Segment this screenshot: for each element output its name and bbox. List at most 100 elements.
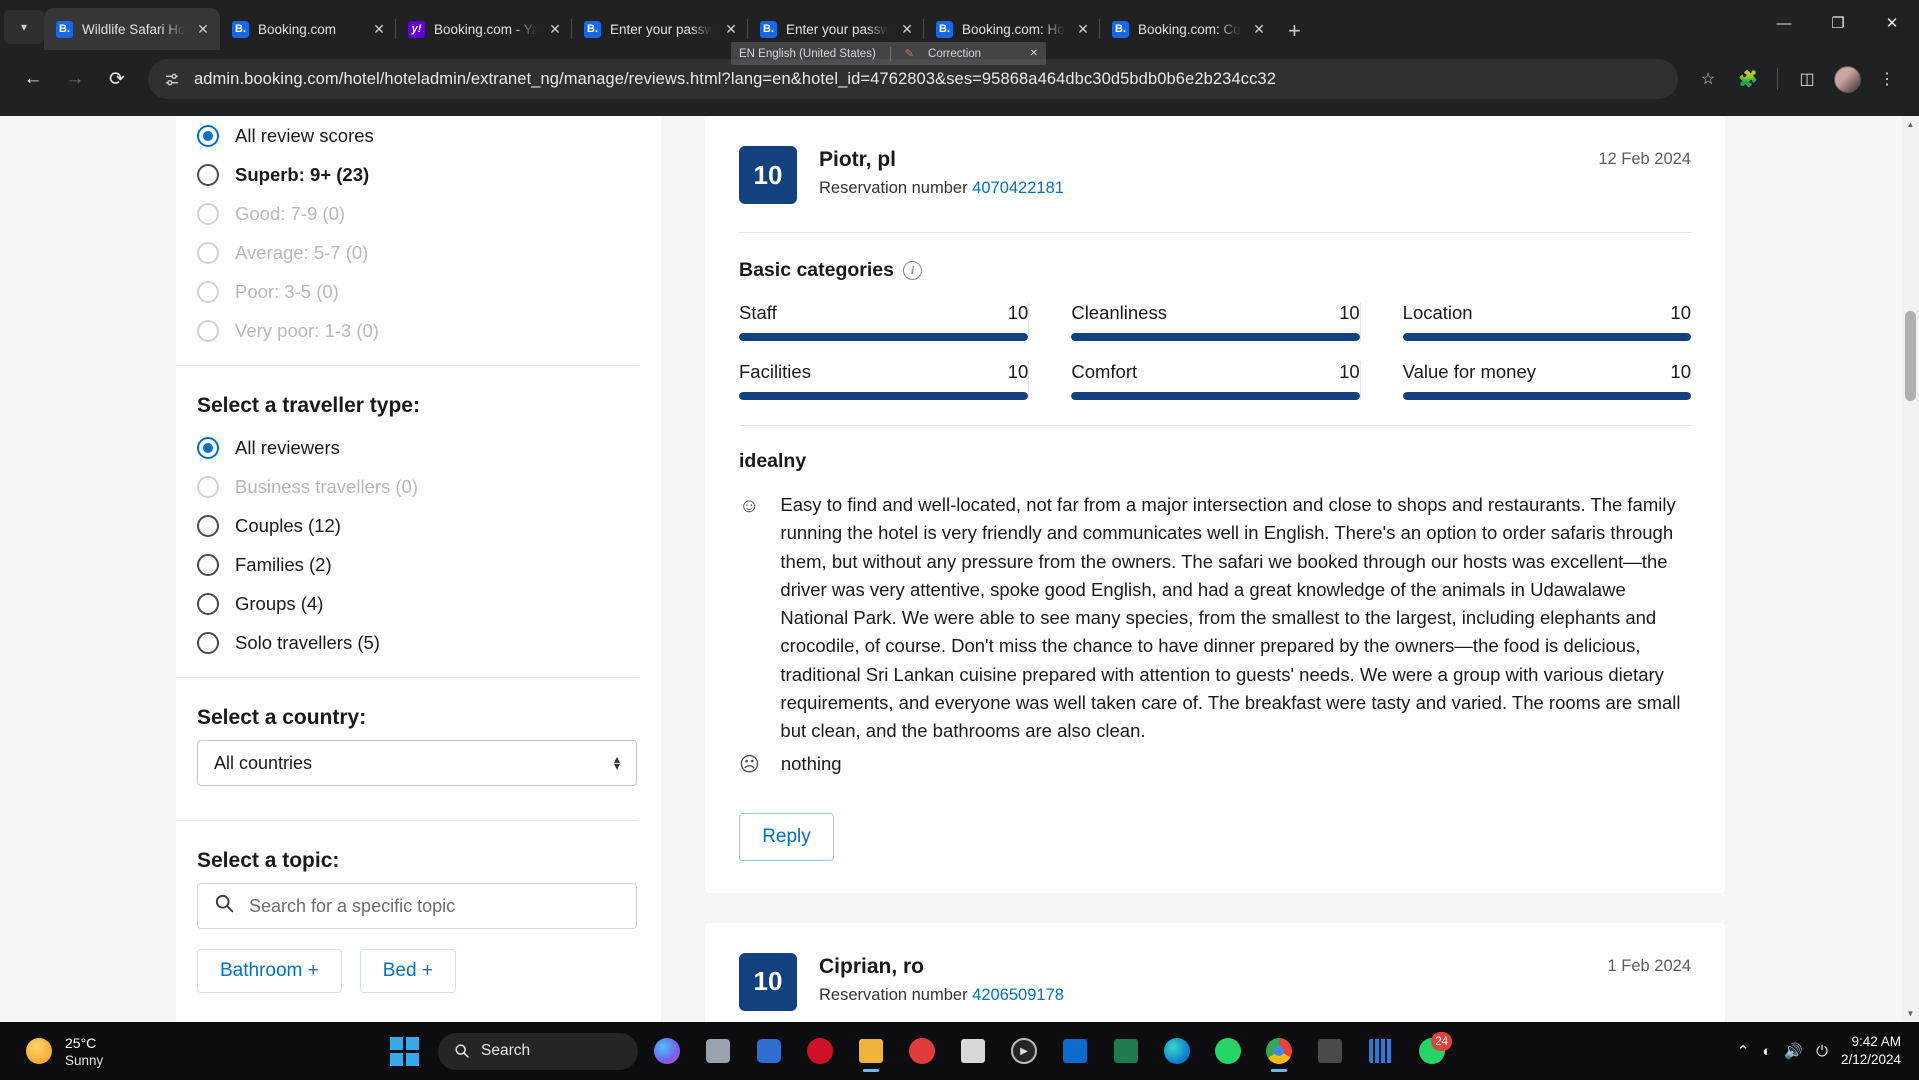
address-bar[interactable]: admin.booking.com/hotel/hoteladmin/extra…	[148, 59, 1678, 99]
excel-icon[interactable]	[1104, 1029, 1148, 1073]
bookmark-star-icon[interactable]: ☆	[1690, 61, 1726, 97]
topic-chip-bathroom[interactable]: Bathroom +	[197, 949, 342, 993]
filter-all-review-scores[interactable]: All review scores	[197, 116, 621, 155]
reply-button[interactable]: Reply	[739, 812, 834, 861]
side-panel-icon[interactable]: ◫	[1789, 61, 1825, 97]
clock-date: 2/12/2024	[1840, 1052, 1901, 1067]
volume-icon[interactable]: 🔊	[1784, 1042, 1803, 1060]
browser-menu-icon[interactable]: ⋮	[1869, 61, 1905, 97]
grid-app-icon[interactable]	[1359, 1029, 1403, 1073]
start-button-icon[interactable]	[390, 1036, 419, 1066]
correction-label[interactable]: Correction	[928, 48, 981, 60]
filter-families[interactable]: Families (2)	[197, 545, 621, 584]
filter-couples[interactable]: Couples (12)	[197, 506, 621, 545]
extensions-icon[interactable]: 🧩	[1730, 61, 1766, 97]
taskbar-search[interactable]: Search	[438, 1032, 638, 1070]
chrome-icon[interactable]	[1257, 1029, 1301, 1073]
page-scrollbar[interactable]: ▲ ▼	[1902, 116, 1919, 1022]
scroll-up-icon[interactable]: ▲	[1902, 116, 1919, 133]
category-label: Staff	[739, 302, 777, 323]
new-tab-button[interactable]: +	[1288, 20, 1301, 42]
taskbar-weather-widget[interactable]: 25°C Sunny	[0, 1034, 390, 1068]
radio-icon[interactable]	[197, 124, 219, 147]
battery-icon[interactable]: ⏻	[1816, 1043, 1828, 1060]
topic-search-field[interactable]: Search for a specific topic	[197, 883, 637, 929]
opera-gx-icon[interactable]	[900, 1029, 944, 1073]
category-label: Value for money	[1402, 361, 1536, 382]
radio-icon[interactable]	[197, 436, 219, 459]
category-value-for-money: Value for money 10	[1359, 361, 1691, 400]
category-label: Location	[1402, 302, 1473, 323]
calculator-icon[interactable]	[1308, 1029, 1352, 1073]
profile-avatar[interactable]	[1829, 61, 1865, 97]
tab-close-icon[interactable]: ✕	[194, 21, 212, 38]
filter-very-poor: Very poor: 1-3 (0)	[197, 311, 621, 350]
close-window-icon[interactable]: ✕	[1865, 0, 1919, 46]
opera-icon[interactable]	[798, 1029, 842, 1073]
filter-label: Very poor: 1-3 (0)	[235, 319, 379, 341]
radio-icon[interactable]	[197, 592, 219, 615]
minimize-icon[interactable]: —	[1757, 0, 1811, 46]
filter-label: Average: 5-7 (0)	[235, 241, 369, 263]
tab-title: Enter your passwo	[786, 21, 889, 37]
tab-close-icon[interactable]: ✕	[546, 21, 564, 38]
topic-chip-bed[interactable]: Bed +	[359, 949, 456, 993]
info-icon[interactable]: i	[903, 261, 923, 280]
reload-button[interactable]: ⟳	[98, 60, 136, 98]
scroll-down-icon[interactable]: ▼	[1902, 1005, 1919, 1022]
tab-close-icon[interactable]: ✕	[370, 21, 388, 38]
radio-icon[interactable]	[197, 631, 219, 654]
browser-tab-0[interactable]: B. Wildlife Safari Hou ✕	[44, 8, 220, 50]
tab-close-icon[interactable]: ✕	[722, 21, 740, 38]
filter-solo-travellers[interactable]: Solo travellers (5)	[197, 623, 621, 662]
language-bar-overlay[interactable]: EN English (United States) ✎ Correction …	[731, 42, 1046, 65]
scrollbar-thumb[interactable]	[1905, 311, 1916, 401]
radio-icon[interactable]	[197, 514, 219, 537]
reservation-number-link[interactable]: 4206509178	[972, 986, 1064, 1004]
tray-expand-icon[interactable]: ⌃	[1737, 1042, 1750, 1060]
filter-superb[interactable]: Superb: 9+ (23)	[197, 155, 621, 194]
category-bar	[1071, 333, 1360, 341]
basic-categories-heading: Basic categories i	[739, 233, 1691, 302]
restore-icon[interactable]: ❐	[1811, 0, 1865, 46]
radio-icon[interactable]	[197, 553, 219, 576]
country-select[interactable]: All countries ▴ ▾	[197, 740, 637, 786]
back-button[interactable]: ←	[14, 60, 52, 98]
wifi-icon[interactable]: ◐	[1762, 1043, 1771, 1060]
filter-groups[interactable]: Groups (4)	[197, 584, 621, 623]
reservation-line: Reservation number 4070422181	[819, 174, 1064, 198]
weather-condition: Sunny	[65, 1052, 104, 1068]
reservation-label: Reservation number	[819, 179, 973, 198]
taskbar-clock[interactable]: 9:42 AM 2/12/2024	[1841, 1033, 1901, 1069]
topic-filter-group: Select a topic: Search for a specific to…	[197, 821, 661, 993]
tab-close-icon[interactable]: ✕	[1250, 21, 1268, 38]
browser-tab-6[interactable]: B. Booking.com: Cor ✕	[1100, 8, 1276, 50]
category-facilities: Facilities 10	[739, 361, 1029, 400]
task-view-icon[interactable]	[696, 1029, 740, 1073]
tab-close-icon[interactable]: ✕	[1074, 21, 1092, 38]
overlay-close-icon[interactable]: ✕	[1030, 48, 1038, 59]
copilot-icon[interactable]	[645, 1029, 689, 1073]
review-negative: ☹ nothing	[739, 750, 1691, 783]
reservation-number-link[interactable]: 4070422181	[972, 179, 1064, 197]
chat-icon[interactable]	[747, 1029, 791, 1073]
tab-search-button[interactable]: ▾	[4, 10, 44, 44]
browser-tab-3[interactable]: B. Enter your passwo ✕	[572, 8, 748, 50]
tab-close-icon[interactable]: ✕	[898, 21, 916, 38]
microsoft-store-icon[interactable]	[951, 1029, 995, 1073]
whatsapp-desktop-icon[interactable]	[1206, 1029, 1250, 1073]
media-player-icon[interactable]: ▶	[1002, 1029, 1046, 1073]
traveller-type-heading: Select a traveller type:	[197, 394, 420, 417]
forward-button[interactable]: →	[56, 60, 94, 98]
overlay-divider	[889, 46, 891, 61]
browser-tab-2[interactable]: y! Booking.com - Yal ✕	[396, 8, 572, 50]
file-explorer-icon[interactable]	[849, 1029, 893, 1073]
radio-icon[interactable]	[197, 163, 219, 186]
site-settings-icon[interactable]	[164, 71, 181, 88]
review-score-filter-group: All review scores Superb: 9+ (23) Good: …	[197, 116, 661, 350]
edge-icon[interactable]	[1155, 1029, 1199, 1073]
browser-tab-1[interactable]: B. Booking.com ✕	[220, 8, 396, 50]
filter-all-reviewers[interactable]: All reviewers	[197, 428, 621, 467]
whatsapp-icon[interactable]: 24	[1410, 1029, 1454, 1073]
mail-icon[interactable]	[1053, 1029, 1097, 1073]
